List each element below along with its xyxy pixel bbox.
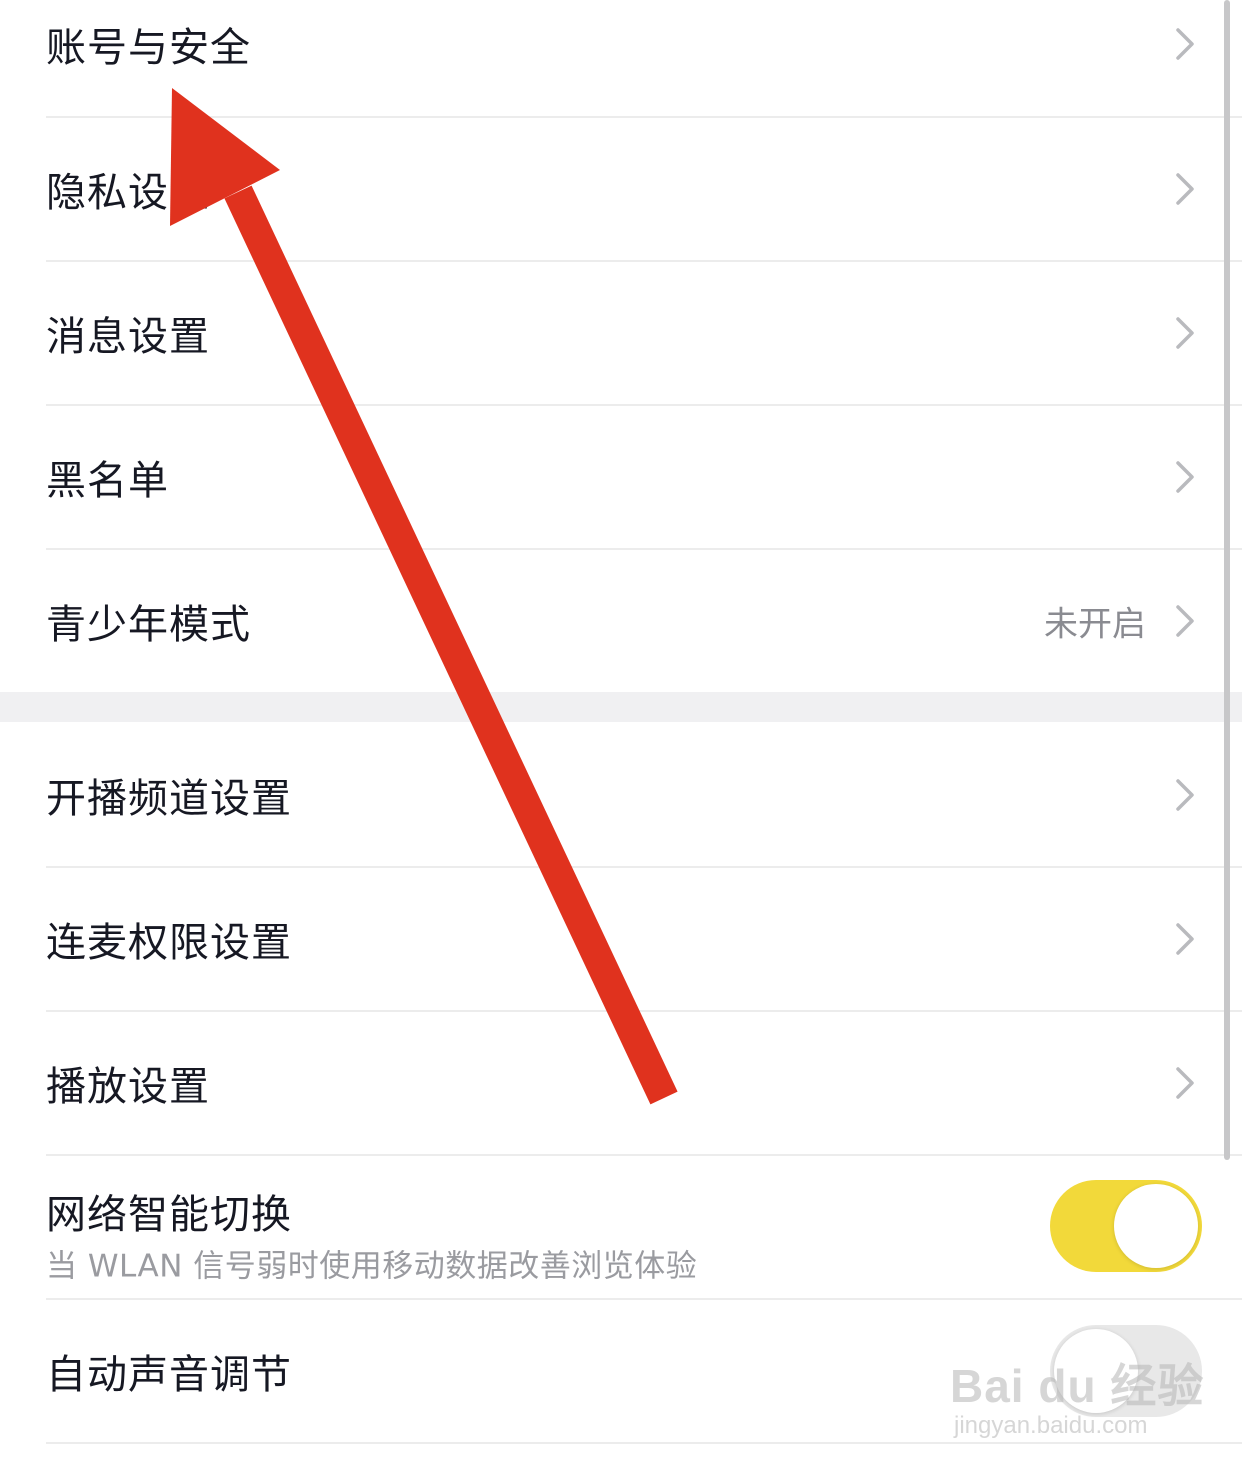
chevron-right-icon <box>1176 923 1194 955</box>
chevron-right-icon <box>1176 173 1194 205</box>
settings-item-privacy[interactable]: 隐私设置 <box>0 117 1242 261</box>
settings-item-label: 自动声音调节 <box>46 1351 292 1398</box>
chevron-right-icon <box>1176 779 1194 811</box>
scrollbar[interactable] <box>1224 0 1230 1160</box>
settings-item-label: 隐私设置 <box>46 170 210 216</box>
settings-item-label: 连麦权限设置 <box>46 920 292 966</box>
chevron-right-icon <box>1176 28 1194 60</box>
settings-item-live-channel[interactable]: 开播频道设置 <box>0 723 1242 867</box>
settings-item-messages[interactable]: 消息设置 <box>0 261 1242 405</box>
network-switch-toggle[interactable] <box>1050 1180 1202 1272</box>
settings-item-description: 当 WLAN 信号弱时使用移动数据改善浏览体验 <box>46 1248 698 1285</box>
chevron-right-icon <box>1176 1067 1194 1099</box>
settings-item-account-security[interactable]: 账号与安全 <box>0 0 1242 116</box>
settings-item-auto-volume: 自动声音调节 <box>0 1299 1242 1442</box>
settings-item-label: 黑名单 <box>46 458 169 504</box>
settings-page: 账号与安全 隐私设置 消息设置 黑名单 青少年模式 未开启 开播频道设置 连麦权… <box>0 0 1242 1464</box>
auto-volume-toggle[interactable] <box>1050 1325 1202 1417</box>
chevron-right-icon <box>1176 317 1194 349</box>
settings-item-playback[interactable]: 播放设置 <box>0 1011 1242 1155</box>
settings-item-network-switch: 网络智能切换 当 WLAN 信号弱时使用移动数据改善浏览体验 <box>0 1155 1242 1298</box>
settings-item-teen-mode[interactable]: 青少年模式 未开启 <box>0 549 1242 693</box>
chevron-right-icon <box>1176 605 1194 637</box>
section-separator <box>0 692 1242 722</box>
settings-item-label: 网络智能切换 <box>46 1192 292 1238</box>
settings-item-label: 账号与安全 <box>46 25 251 71</box>
teen-mode-status: 未开启 <box>1044 604 1146 645</box>
toggle-knob <box>1054 1329 1138 1413</box>
settings-item-label: 青少年模式 <box>46 602 251 648</box>
settings-item-mic-permission[interactable]: 连麦权限设置 <box>0 867 1242 1011</box>
divider <box>46 1442 1242 1444</box>
chevron-right-icon <box>1176 461 1194 493</box>
settings-item-blacklist[interactable]: 黑名单 <box>0 405 1242 549</box>
toggle-knob <box>1114 1184 1198 1268</box>
settings-item-label: 播放设置 <box>46 1064 210 1110</box>
settings-item-label: 消息设置 <box>46 314 210 360</box>
settings-item-label: 开播频道设置 <box>46 776 292 822</box>
